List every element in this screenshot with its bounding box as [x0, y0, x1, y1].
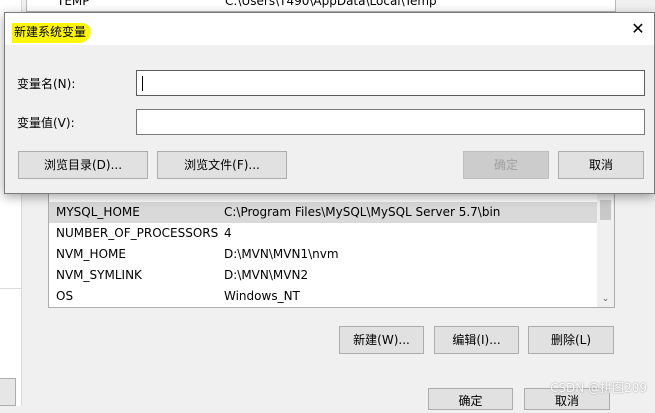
- background-left-button-edge: [0, 378, 16, 406]
- browse-directory-button[interactable]: 浏览目录(D)...: [18, 151, 148, 179]
- window-ok-button[interactable]: 确定: [428, 388, 513, 410]
- delete-variable-button[interactable]: 删除(L): [528, 326, 614, 354]
- edit-variable-button[interactable]: 编辑(I)...: [434, 326, 519, 354]
- text-caret: [142, 76, 143, 91]
- list-item-temp[interactable]: TEMP C:\Users\T490\AppData\Local\Temp: [27, 0, 615, 9]
- chevron-down-icon[interactable]: ⌄: [597, 293, 614, 305]
- watermark: CSDN @拼图209: [550, 381, 647, 395]
- var-value: D:\MVN\MVN2: [224, 268, 309, 282]
- list-item[interactable]: NUMBER_OF_PROCESSORS 4: [49, 223, 597, 244]
- list-item[interactable]: MYSQL_HOME C:\Program Files\MySQL\MySQL …: [49, 202, 597, 223]
- var-value: 4: [224, 226, 232, 240]
- var-name: OS: [56, 289, 74, 303]
- variable-name-label: 变量名(N):: [17, 77, 76, 91]
- new-variable-button[interactable]: 新建(W)...: [339, 326, 424, 354]
- list-item[interactable]: OS Windows_NT: [49, 286, 597, 307]
- background-top-list-strip: TEMP C:\Users\T490\AppData\Local\Temp: [26, 0, 616, 12]
- var-name: NUMBER_OF_PROCESSORS: [56, 226, 219, 240]
- background-left-divider: [0, 288, 22, 289]
- var-value: D:\MVN\MVN1\nvm: [224, 247, 339, 261]
- list-item[interactable]: NVM_SYMLINK D:\MVN\MVN2: [49, 265, 597, 286]
- var-value: C:\Users\T490\AppData\Local\Temp: [225, 0, 437, 8]
- scrollbar-thumb[interactable]: [600, 200, 611, 220]
- var-value: C:\Program Files\MySQL\MySQL Server 5.7\…: [224, 205, 501, 219]
- variable-value-label: 变量值(V):: [17, 116, 75, 130]
- system-variables-list[interactable]: MYSQL_HOME C:\Program Files\MySQL\MySQL …: [48, 190, 615, 308]
- browse-file-button[interactable]: 浏览文件(F)...: [157, 151, 287, 179]
- dialog-ok-button[interactable]: 确定: [463, 151, 549, 179]
- close-icon[interactable]: ✕: [626, 17, 650, 41]
- dialog-titlebar: 新建系统变量 ✕: [5, 13, 654, 45]
- variable-name-input[interactable]: [136, 70, 645, 96]
- vertical-scrollbar[interactable]: ⌄: [597, 191, 614, 307]
- var-name: NVM_HOME: [56, 247, 126, 261]
- var-name: TEMP: [57, 0, 90, 8]
- var-name: MYSQL_HOME: [56, 205, 140, 219]
- list-item[interactable]: NVM_HOME D:\MVN\MVN1\nvm: [49, 244, 597, 265]
- var-name: NVM_SYMLINK: [56, 268, 142, 282]
- new-system-variable-dialog: 新建系统变量 ✕ 变量名(N): 变量值(V): 浏览目录(D)... 浏览文件…: [4, 12, 655, 194]
- dialog-title: 新建系统变量: [12, 23, 92, 43]
- variable-value-input[interactable]: [136, 109, 645, 135]
- var-value: Windows_NT: [224, 289, 300, 303]
- dialog-cancel-button[interactable]: 取消: [558, 151, 644, 179]
